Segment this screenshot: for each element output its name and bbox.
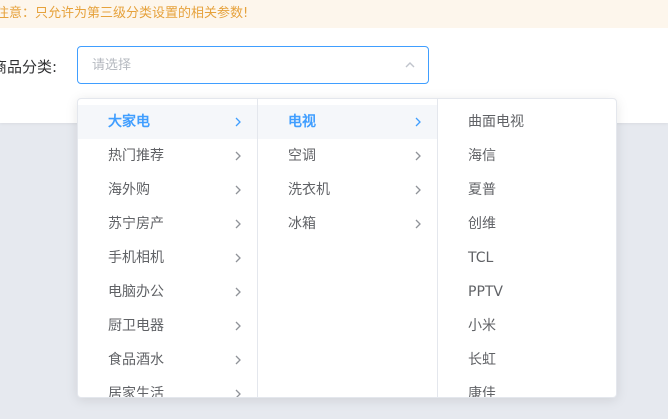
cascader-option[interactable]: 海外购 [78,173,257,207]
cascader-option[interactable]: 海信 [438,139,616,173]
cascader-menu-level3: 曲面电视 海信 夏普 创维 TCL PPTV 小米 长虹 康佳 [438,99,616,397]
cascader-option[interactable]: TCL [438,241,616,275]
cascader-option[interactable]: 夏普 [438,173,616,207]
chevron-right-icon [235,355,241,365]
category-label: 商品分类: [0,58,58,76]
chevron-right-icon [235,287,241,297]
cascader-option[interactable]: PPTV [438,275,616,309]
cascader-option[interactable]: 电视 [258,105,437,139]
chevron-right-icon [415,117,421,127]
cascader-option[interactable]: 长虹 [438,343,616,377]
cascader-menu-level1: 大家电 热门推荐 海外购 苏宁房产 手机相机 电脑办公 厨卫电器 食品酒水 居家… [78,99,258,397]
cascader-option[interactable]: 曲面电视 [438,105,616,139]
category-cascader[interactable] [77,46,429,84]
chevron-right-icon [235,321,241,331]
cascader-menu-level2: 电视 空调 洗衣机 冰箱 [258,99,438,397]
chevron-right-icon [235,185,241,195]
cascader-option[interactable]: 苏宁房产 [78,207,257,241]
chevron-right-icon [415,185,421,195]
cascader-dropdown: 大家电 热门推荐 海外购 苏宁房产 手机相机 电脑办公 厨卫电器 食品酒水 居家… [77,98,617,398]
cascader-option[interactable]: 大家电 [78,105,257,139]
chevron-right-icon [415,219,421,229]
cascader-option[interactable]: 洗衣机 [258,173,437,207]
chevron-right-icon [235,219,241,229]
cascader-option[interactable]: 居家生活 [78,377,257,397]
cascader-option[interactable]: 手机相机 [78,241,257,275]
cascader-option[interactable]: 热门推荐 [78,139,257,173]
chevron-right-icon [235,151,241,161]
cascader-option[interactable]: 厨卫电器 [78,309,257,343]
chevron-right-icon [235,117,241,127]
category-input[interactable] [92,47,392,83]
cascader-option[interactable]: 食品酒水 [78,343,257,377]
cascader-option[interactable]: 空调 [258,139,437,173]
warning-alert-text: 注意：只允许为第三级分类设置的相关参数! [0,6,249,21]
chevron-up-icon[interactable] [404,59,416,71]
cascader-option[interactable]: 康佳 [438,377,616,397]
chevron-right-icon [415,151,421,161]
chevron-right-icon [235,389,241,397]
warning-alert: 注意：只允许为第三级分类设置的相关参数! [0,0,668,28]
chevron-right-icon [235,253,241,263]
cascader-option[interactable]: 电脑办公 [78,275,257,309]
cascader-option[interactable]: 冰箱 [258,207,437,241]
cascader-option[interactable]: 小米 [438,309,616,343]
cascader-option[interactable]: 创维 [438,207,616,241]
